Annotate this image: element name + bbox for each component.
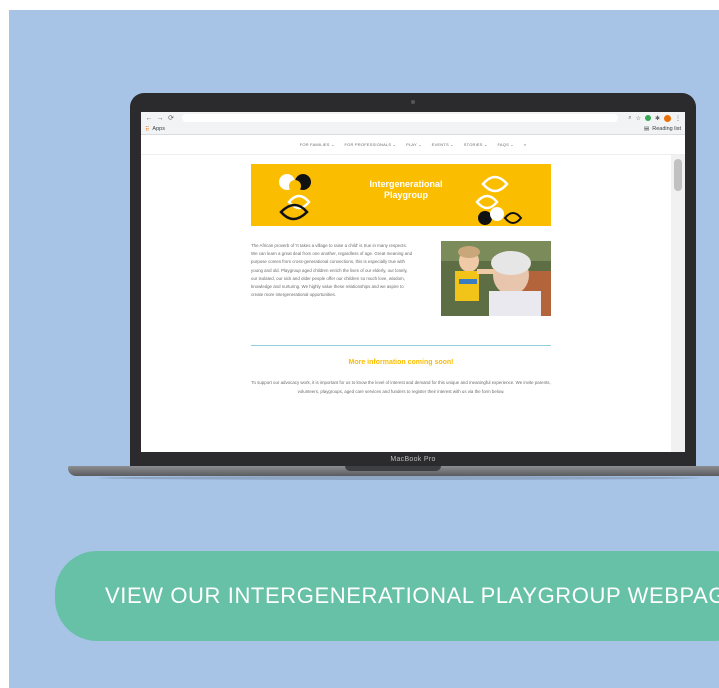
laptop-shadow xyxy=(99,476,699,480)
bookmarks-bar: ⠿ Apps ▤ Reading list xyxy=(141,124,685,135)
nav-item-stories[interactable]: STORIES ⌄ xyxy=(464,142,488,147)
search-icon[interactable]: ⌕ xyxy=(628,115,631,122)
section-divider xyxy=(251,345,551,346)
site-navigation: FOR FAMILIES ⌄ FOR PROFESSIONALS ⌄ PLAY … xyxy=(141,135,685,155)
more-info-heading: More information coming soon! xyxy=(348,359,454,366)
nav-item-families[interactable]: FOR FAMILIES ⌄ xyxy=(300,142,335,147)
star-icon[interactable]: ☆ xyxy=(636,115,641,122)
extension-icon[interactable] xyxy=(644,115,651,121)
nav-item-play[interactable]: PLAY ⌄ xyxy=(406,142,422,147)
browser-toolbar: ← → ⟳ ⌕ ☆ ✱ ⋮ xyxy=(141,112,685,124)
laptop-screen: ← → ⟳ ⌕ ☆ ✱ ⋮ ⠿ Apps ▤ Reading list FOR … xyxy=(141,112,685,452)
apps-grid-icon[interactable]: ⠿ xyxy=(145,126,149,133)
cta-label: VIEW OUR INTERGENERATIONAL PLAYGROUP WEB… xyxy=(105,583,719,608)
playgroup-banner: Intergenerational Playgroup xyxy=(251,164,551,226)
page-scrollbar[interactable] xyxy=(671,155,685,452)
laptop-notch xyxy=(345,466,441,471)
laptop-screen-bezel: ← → ⟳ ⌕ ☆ ✱ ⋮ ⠿ Apps ▤ Reading list FOR … xyxy=(130,93,696,476)
grandparent-child-photo xyxy=(441,241,551,316)
webpage-content: Intergenerational Playgroup The African … xyxy=(141,155,671,452)
bookmark-apps[interactable]: Apps xyxy=(152,126,165,132)
reload-icon[interactable]: ⟳ xyxy=(167,114,175,122)
reading-list-button[interactable]: ▤ Reading list xyxy=(644,126,681,132)
intro-paragraph: The African proverb of 'It takes a villa… xyxy=(251,243,413,298)
nav-item-faqs[interactable]: FAQS ⌄ xyxy=(498,142,514,147)
photo-illustration xyxy=(441,241,551,316)
address-bar[interactable] xyxy=(182,114,619,122)
camera-icon xyxy=(411,100,415,104)
menu-kebab-icon[interactable]: ⋮ xyxy=(675,115,681,122)
nav-item-professionals[interactable]: FOR PROFESSIONALS ⌄ xyxy=(345,142,397,147)
support-paragraph: To support our advocacy work, it is impo… xyxy=(251,380,551,394)
back-arrow-icon[interactable]: ← xyxy=(145,115,153,122)
reading-list-icon: ▤ xyxy=(644,126,650,132)
scrollbar-thumb[interactable] xyxy=(674,159,682,191)
banner-title: Intergenerational Playgroup xyxy=(369,179,443,200)
profile-avatar[interactable] xyxy=(664,114,671,122)
forward-arrow-icon[interactable]: → xyxy=(156,115,164,122)
background-panel: ← → ⟳ ⌕ ☆ ✱ ⋮ ⠿ Apps ▤ Reading list FOR … xyxy=(9,10,719,688)
extension-puzzle-icon[interactable]: ✱ xyxy=(655,115,660,122)
nav-item-events[interactable]: EVENTS ⌄ xyxy=(432,142,454,147)
laptop-base xyxy=(68,466,719,476)
device-label: MacBook Pro xyxy=(390,456,436,463)
search-icon[interactable]: ⌕ xyxy=(524,142,526,147)
reading-list-label: Reading list xyxy=(652,126,681,132)
view-webpage-button[interactable]: VIEW OUR INTERGENERATIONAL PLAYGROUP WEB… xyxy=(55,551,719,641)
